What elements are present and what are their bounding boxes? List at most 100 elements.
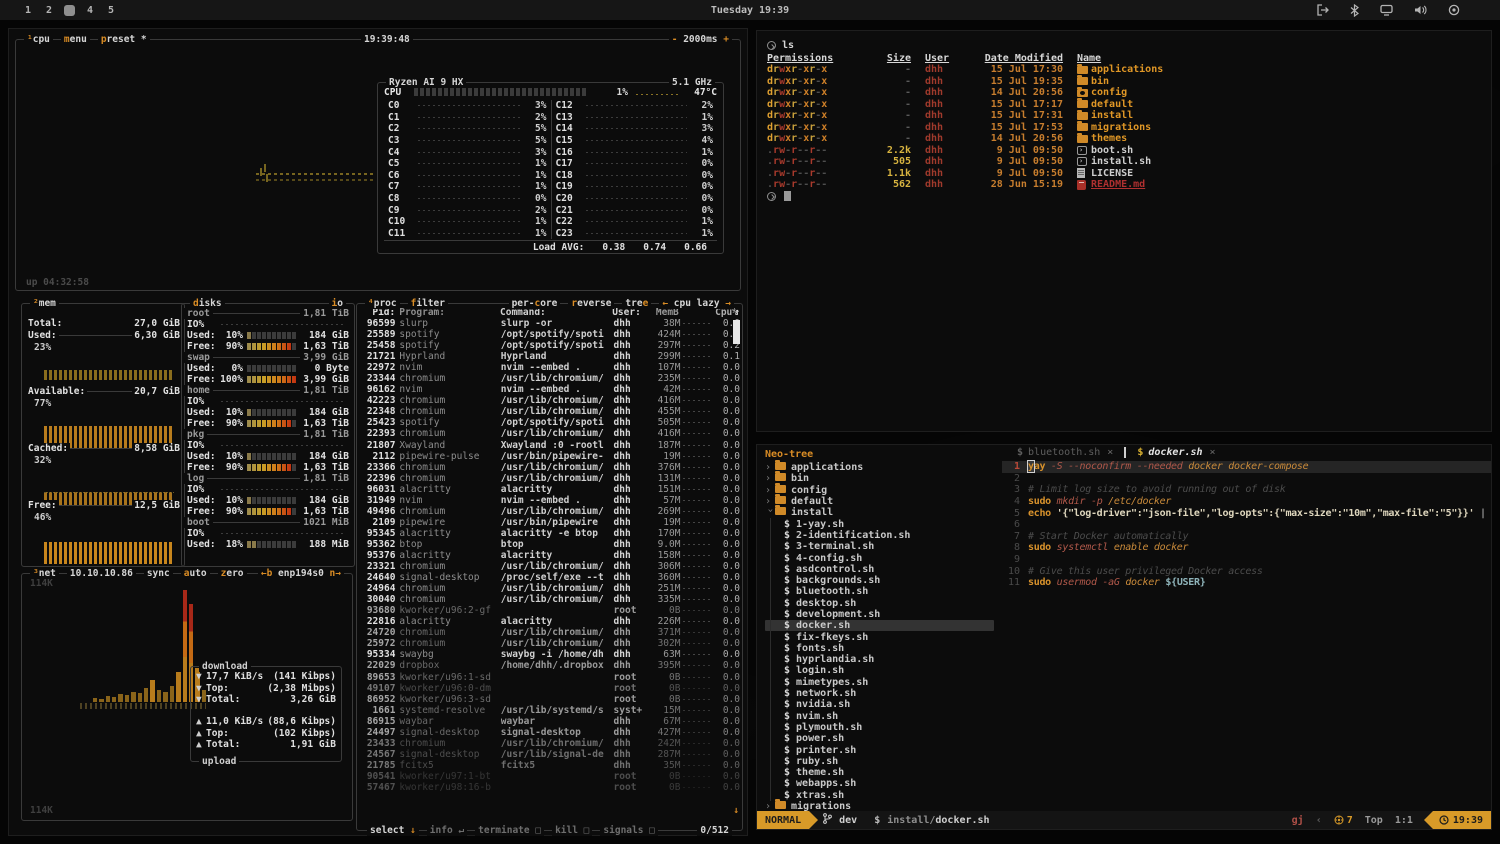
process-row[interactable]: 24720chromium/usr/lib/chromium/dhh371M0.… (361, 627, 740, 638)
process-row[interactable]: 96162nvimnvim --embed .dhh42M0.0 (361, 384, 740, 395)
process-row[interactable]: 2109pipewire/usr/bin/pipewiredhh19M0.0 (361, 517, 740, 528)
filter-button[interactable]: filter (408, 298, 448, 309)
neo-tree-item[interactable]: $fix-fkeys.sh (765, 631, 1002, 642)
neo-tree-item[interactable]: $network.sh (765, 688, 1002, 699)
select-button[interactable]: select ↓ (367, 825, 419, 836)
process-row[interactable]: 22393chromium/usr/lib/chromium/dhh416M0.… (361, 428, 740, 439)
neo-tree-item[interactable]: $mimetypes.sh (765, 677, 1002, 688)
interval-control[interactable]: - 2000ms + (669, 34, 732, 45)
process-row[interactable]: 86915waybarwaybardhh67M0.0 (361, 716, 740, 727)
neo-tree-item[interactable]: ›migrations (765, 801, 1002, 811)
tree-toggle[interactable]: tree (622, 298, 651, 309)
neo-tree-item[interactable]: ›default (765, 496, 1002, 507)
process-row[interactable]: 96599slurpslurp -ordhh38M0.0 (361, 318, 740, 329)
neo-tree-item[interactable]: $bluetooth.sh (765, 586, 1002, 597)
process-row[interactable]: 25423spotify/opt/spotify/spotidhh505M0.0 (361, 417, 740, 428)
tab-bluetooth.sh[interactable]: $bluetooth.sh× (1008, 445, 1122, 460)
process-row[interactable]: 2112pipewire-pulse/usr/bin/pipewire-dhh1… (361, 451, 740, 462)
process-row[interactable]: 21721HyprlandHyprlanddhh299M0.1 (361, 351, 740, 362)
neo-tree-item[interactable]: $webapps.sh (765, 778, 1002, 789)
process-row[interactable]: 23366chromium/usr/lib/chromium/dhh376M0.… (361, 462, 740, 473)
process-row[interactable]: 90541kworker/u97:1-btroot0B0.0 (361, 771, 740, 782)
neo-tree-item[interactable]: $nvidia.sh (765, 699, 1002, 710)
neo-tree-item[interactable]: ›bin (765, 473, 1002, 484)
process-row[interactable]: 96031alacrittyalacrittydhh151M0.0 (361, 484, 740, 495)
neo-tree-item[interactable]: $2-identification.sh (765, 530, 1002, 541)
kill-button[interactable]: kill □ (552, 825, 592, 836)
close-icon[interactable]: × (1107, 447, 1113, 458)
process-row[interactable]: 21785fcitx5fcitx5dhh35M0.0 (361, 760, 740, 771)
neo-tree-item[interactable]: $asdcontrol.sh (765, 564, 1002, 575)
process-row[interactable]: 25458spotify/opt/spotify/spotidhh297M0.2 (361, 340, 740, 351)
process-row[interactable]: 49496chromium/usr/lib/chromium/dhh269M0.… (361, 506, 740, 517)
process-row[interactable]: 30040chromium/usr/lib/chromium/dhh335M0.… (361, 594, 740, 605)
process-row[interactable]: 25589spotify/opt/spotify/spotidhh424M0.2 (361, 329, 740, 340)
neo-tree-item[interactable]: $login.sh (765, 665, 1002, 676)
process-row[interactable]: 49107kworker/u96:0-dmroot0B0.0 (361, 683, 740, 694)
neo-tree-item[interactable]: $plymouth.sh (765, 722, 1002, 733)
terminate-button[interactable]: terminate □ (475, 825, 544, 836)
process-row[interactable]: 23344chromium/usr/lib/chromium/dhh235M0.… (361, 373, 740, 384)
net-zero-button[interactable]: zero (218, 568, 247, 579)
process-row[interactable]: 93680kworker/u96:2-gfroot0B0.0 (361, 605, 740, 616)
net-interface-switcher[interactable]: ←b enp194s0 n→ (258, 568, 344, 579)
neo-tree-item[interactable]: $docker.sh (765, 620, 994, 631)
process-row[interactable]: 57467kworker/u98:16-broot0B0.0 (361, 782, 740, 793)
process-row[interactable]: 22029dropbox/home/dhh/.dropboxdhh395M0.0 (361, 660, 740, 671)
process-row[interactable]: 86952kworker/u96:3-sdroot0B0.0 (361, 694, 740, 705)
process-row[interactable]: 31949nvimnvim --embed .dhh57M0.0 (361, 495, 740, 506)
neo-tree-item[interactable]: $backgrounds.sh (765, 575, 1002, 586)
neo-tree-item[interactable]: ›applications (765, 462, 1002, 473)
process-row[interactable]: 22816alacrittyalacrittydhh226M0.0 (361, 616, 740, 627)
preset-button[interactable]: preset * (98, 34, 150, 45)
io-mode-button[interactable]: io (329, 298, 346, 309)
process-row[interactable]: 95345alacrittyalacritty -e btopdhh170M0.… (361, 528, 740, 539)
neo-tree-item[interactable]: $theme.sh (765, 767, 1002, 778)
process-row[interactable]: 42223chromium/usr/lib/chromium/dhh416M0.… (361, 395, 740, 406)
line-number: 10 (1002, 566, 1028, 577)
reverse-toggle[interactable]: reverse (568, 298, 614, 309)
info-button[interactable]: info ↵ (427, 825, 467, 836)
process-row[interactable]: 22396chromium/usr/lib/chromium/dhh131M0.… (361, 473, 740, 484)
neo-tree-item[interactable]: $ruby.sh (765, 756, 1002, 767)
process-row[interactable]: 22972nvimnvim --embed .dhh107M0.0 (361, 362, 740, 373)
neo-tree-item[interactable]: $1-yay.sh (765, 518, 1002, 529)
process-row[interactable]: 95376alacrittyalacrittydhh158M0.0 (361, 550, 740, 561)
process-row[interactable]: 22348chromium/usr/lib/chromium/dhh455M0.… (361, 406, 740, 417)
process-row[interactable]: 24640signal-desktop/proc/self/exe --tdhh… (361, 572, 740, 583)
neo-tree-item[interactable]: ›config (765, 485, 1002, 496)
neo-tree-item[interactable]: $xtras.sh (765, 790, 1002, 801)
neo-tree-item[interactable]: $3-terminal.sh (765, 541, 1002, 552)
proc-scrollbar[interactable] (733, 320, 740, 344)
net-sync-button[interactable]: sync (144, 568, 173, 579)
scroll-down-arrow[interactable]: ↓ (733, 805, 739, 816)
neo-tree-item[interactable]: ›install (765, 507, 1002, 518)
close-icon[interactable]: × (1210, 447, 1216, 458)
neo-tree-item[interactable]: $desktop.sh (765, 598, 1002, 609)
per-core-toggle[interactable]: per-core (509, 298, 561, 309)
process-row[interactable]: 95334swaybgswaybg -i /home/dhdhh63M0.0 (361, 649, 740, 660)
process-row[interactable]: 24497signal-desktopsignal-desktopdhh427M… (361, 727, 740, 738)
neo-tree-item[interactable]: $hyprlandia.sh (765, 654, 1002, 665)
process-row[interactable]: 95362btopbtopdhh9.0M0.0 (361, 539, 740, 550)
process-row[interactable]: 24567signal-desktop/usr/lib/signal-dedhh… (361, 749, 740, 760)
tab-docker.sh[interactable]: $docker.sh× (1128, 445, 1224, 460)
signals-button[interactable]: signals □ (600, 825, 658, 836)
menu-button[interactable]: menu (61, 34, 90, 45)
neo-tree-item[interactable]: $printer.sh (765, 744, 1002, 755)
neo-tree-item[interactable]: $power.sh (765, 733, 1002, 744)
process-row[interactable]: 1661systemd-resolve/usr/lib/systemd/ssys… (361, 705, 740, 716)
process-row[interactable]: 25972chromium/usr/lib/chromium/dhh302M0.… (361, 638, 740, 649)
scroll-up-arrow[interactable]: ↑ (734, 307, 740, 318)
neo-tree-item[interactable]: $development.sh (765, 609, 1002, 620)
neo-tree-item[interactable]: $nvim.sh (765, 711, 1002, 722)
sort-selector[interactable]: ← cpu lazy → (659, 298, 734, 309)
process-row[interactable]: 23321chromium/usr/lib/chromium/dhh306M0.… (361, 561, 740, 572)
process-row[interactable]: 24964chromium/usr/lib/chromium/dhh251M0.… (361, 583, 740, 594)
neo-tree-item[interactable]: $fonts.sh (765, 643, 1002, 654)
net-auto-button[interactable]: auto (181, 568, 210, 579)
neo-tree-item[interactable]: $4-config.sh (765, 552, 1002, 563)
process-row[interactable]: 89653kworker/u96:1-sdroot0B0.0 (361, 672, 740, 683)
process-row[interactable]: 21807XwaylandXwayland :0 -rootldhh187M0.… (361, 440, 740, 451)
process-row[interactable]: 23433chromium/usr/lib/chromium/dhh242M0.… (361, 738, 740, 749)
